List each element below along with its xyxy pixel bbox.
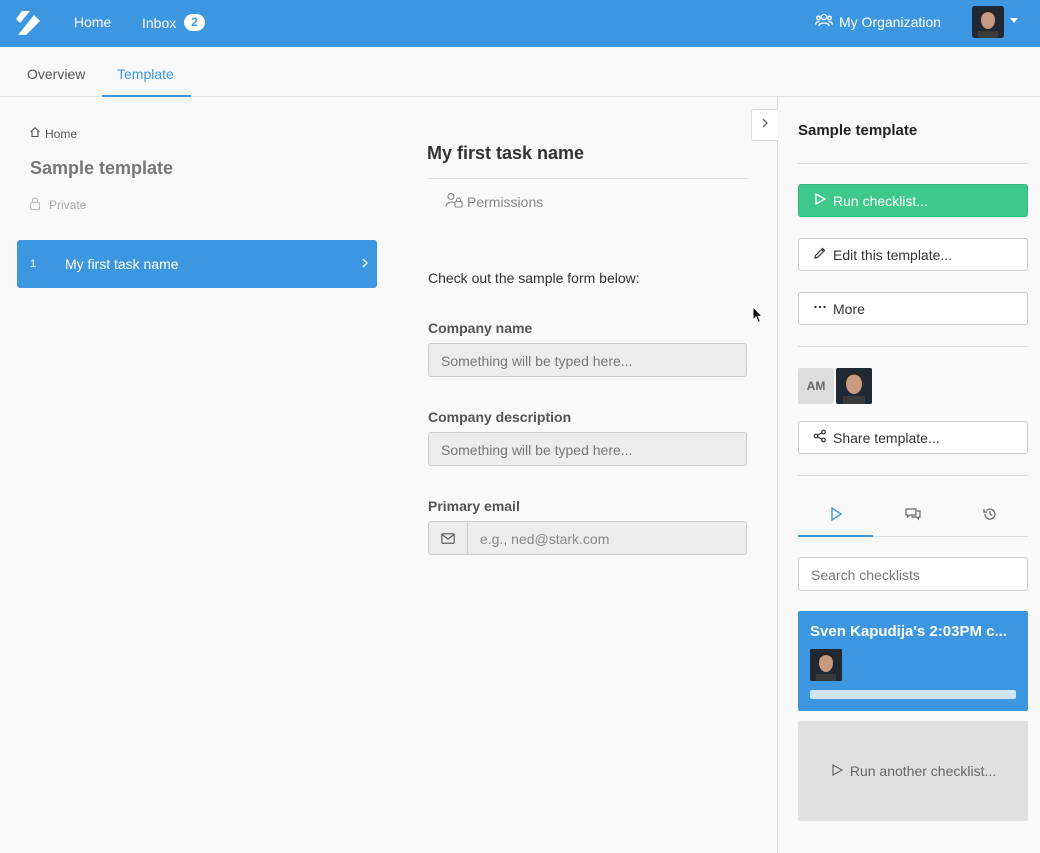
mouse-cursor-icon <box>752 305 764 329</box>
avatar <box>810 649 842 681</box>
form-intro-text: Check out the sample form below: <box>428 270 640 286</box>
run-checklist-label: Run checklist... <box>833 192 928 209</box>
lock-icon <box>29 197 41 213</box>
breadcrumb[interactable]: Home <box>29 126 77 141</box>
tab-comments[interactable] <box>875 506 951 536</box>
visibility-label: Private <box>49 198 87 212</box>
pencil-icon <box>813 246 827 263</box>
run-another-checklist-button[interactable]: Run another checklist... <box>798 721 1028 821</box>
tab-overview[interactable]: Overview <box>27 66 85 82</box>
top-navbar: Home Inbox 2 My Organization <box>0 0 1040 47</box>
primary-email-input[interactable]: e.g., ned@stark.com <box>468 522 746 554</box>
avatar[interactable] <box>836 368 872 404</box>
more-label: More <box>833 300 865 317</box>
checklist-progress-bar <box>810 690 1016 699</box>
run-checklist-button[interactable]: Run checklist... <box>798 184 1028 217</box>
logo-icon[interactable] <box>14 9 42 37</box>
panel-title: Sample template <box>798 122 918 139</box>
divider <box>428 178 748 179</box>
permissions-label: Permissions <box>467 193 544 210</box>
task-title: My first task name <box>427 143 585 163</box>
edit-template-button[interactable]: Edit this template... <box>798 238 1028 271</box>
nav-inbox-link[interactable]: Inbox 2 <box>142 14 205 31</box>
divider <box>798 475 1028 476</box>
run-another-label: Run another checklist... <box>849 763 997 779</box>
checklist-card[interactable]: Sven Kapudija's 2:03PM c... <box>798 611 1028 711</box>
users-icon <box>815 13 833 30</box>
more-button[interactable]: More <box>798 292 1028 325</box>
history-icon <box>982 506 998 536</box>
tab-checklists[interactable] <box>798 506 874 537</box>
template-title: Sample template <box>30 158 174 178</box>
share-template-button[interactable]: Share template... <box>798 421 1028 454</box>
play-icon <box>813 192 827 209</box>
assignee-avatars: AM <box>798 368 872 404</box>
primary-email-label: Primary email <box>428 498 520 514</box>
permissions-button[interactable]: Permissions <box>445 192 543 211</box>
tab-bar: Overview Template <box>0 47 1040 97</box>
home-icon <box>29 126 41 141</box>
active-tab-indicator <box>798 535 873 537</box>
inbox-count-badge: 2 <box>184 14 205 31</box>
user-avatar[interactable] <box>972 6 1004 38</box>
edit-template-label: Edit this template... <box>833 246 953 263</box>
primary-email-field[interactable]: e.g., ned@stark.com <box>428 521 747 555</box>
share-icon <box>813 429 827 446</box>
task-list-item[interactable]: 1 My first task name <box>17 240 377 288</box>
company-description-input[interactable]: Something will be typed here... <box>428 432 747 466</box>
comments-icon <box>904 506 922 536</box>
task-label: My first task name <box>65 256 179 272</box>
panel-tabs <box>798 500 1028 537</box>
search-checklists-input[interactable]: Search checklists <box>798 557 1028 591</box>
company-name-input[interactable]: Something will be typed here... <box>428 343 747 377</box>
visibility-indicator: Private <box>29 197 86 213</box>
company-description-label: Company description <box>428 409 572 425</box>
share-template-label: Share template... <box>833 429 940 446</box>
nav-inbox-label: Inbox <box>142 14 177 31</box>
nav-home-link[interactable]: Home <box>74 14 111 30</box>
divider <box>798 346 1028 347</box>
collapse-panel-button[interactable] <box>751 109 778 141</box>
user-lock-icon <box>445 192 463 211</box>
checklist-title: Sven Kapudija's 2:03PM c... <box>810 623 1007 640</box>
tab-history[interactable] <box>952 506 1028 536</box>
chevron-right-icon <box>359 256 371 275</box>
task-number: 1 <box>30 258 37 270</box>
active-tab-indicator <box>102 95 191 97</box>
divider <box>798 163 1028 164</box>
play-icon <box>829 506 843 536</box>
breadcrumb-home-label: Home <box>45 126 78 141</box>
tab-template[interactable]: Template <box>117 66 174 82</box>
organization-label: My Organization <box>839 13 941 30</box>
chevron-right-icon <box>760 116 770 135</box>
envelope-icon <box>429 522 468 554</box>
organization-menu[interactable]: My Organization <box>815 13 941 30</box>
caret-down-icon[interactable] <box>1010 18 1018 23</box>
play-icon <box>830 763 844 780</box>
ellipsis-icon <box>813 300 827 317</box>
company-name-label: Company name <box>428 320 533 336</box>
avatar-initials[interactable]: AM <box>798 368 834 404</box>
